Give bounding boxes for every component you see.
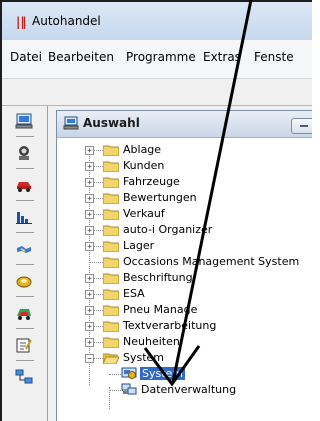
tree-view: + Ablage + Kunden + Fahrzeuge + Bewertun…: [57, 137, 312, 421]
expand-toggle[interactable]: +: [85, 306, 94, 315]
folder-icon: [103, 209, 119, 220]
computer-icon[interactable]: [13, 110, 35, 132]
expand-toggle[interactable]: +: [85, 210, 94, 219]
tree-node-occasions-management-system[interactable]: Occasions Management System: [123, 255, 299, 268]
tree-node-datenverwaltung[interactable]: Datenverwaltung: [141, 383, 236, 396]
tree-node-neuheiten[interactable]: Neuheiten: [123, 335, 180, 348]
tree-node-beschriftung[interactable]: Beschriftung: [123, 271, 193, 284]
car-colored-icon[interactable]: [13, 302, 35, 324]
car-icon[interactable]: [13, 174, 35, 196]
folder-icon: [103, 273, 119, 284]
app-window: |‖ Autohandel Datei Bearbeiten Programme…: [2, 2, 312, 421]
expand-toggle[interactable]: +: [85, 146, 94, 155]
folder-icon: [103, 321, 119, 332]
folder-icon: [103, 177, 119, 188]
computer-icon: [63, 116, 79, 130]
expand-toggle[interactable]: +: [85, 290, 94, 299]
bar-chart-icon[interactable]: [13, 206, 35, 228]
tree-node-verkauf[interactable]: Verkauf: [123, 207, 165, 220]
tree-node-kunden[interactable]: Kunden: [123, 159, 164, 172]
folder-icon: [103, 193, 119, 204]
expand-toggle[interactable]: +: [85, 194, 94, 203]
folder-icon: [103, 241, 119, 252]
network-icon[interactable]: [13, 366, 35, 388]
window-title: Autohandel: [32, 14, 101, 28]
expand-toggle[interactable]: +: [85, 274, 94, 283]
toolbar-separator: [16, 328, 34, 329]
expand-toggle[interactable]: +: [85, 242, 94, 251]
toolbar-strip: [2, 79, 312, 106]
toolbar-separator: [16, 264, 34, 265]
menu-datei[interactable]: Datei: [10, 50, 42, 64]
menu-bar: Datei Bearbeiten Programme Extras Fenste: [2, 40, 312, 79]
expand-toggle[interactable]: +: [85, 178, 94, 187]
menu-extras[interactable]: Extras: [203, 50, 241, 64]
expand-toggle[interactable]: +: [85, 322, 94, 331]
folder-icon: [103, 225, 119, 236]
customer-icon[interactable]: [13, 142, 35, 164]
tree-node-bewertungen[interactable]: Bewertungen: [123, 191, 197, 204]
expand-toggle[interactable]: +: [85, 338, 94, 347]
menu-bearbeiten[interactable]: Bearbeiten: [48, 50, 114, 64]
tree-node-textverarbeitung[interactable]: Textverarbeitung: [123, 319, 216, 332]
auswahl-window: Auswahl + Ablage + Kunden + Fahrzeuge + …: [56, 110, 312, 421]
folder-icon: [103, 257, 119, 268]
tree-node-system-child[interactable]: System: [140, 367, 186, 380]
folder-icon: [103, 145, 119, 156]
tree-node-fahrzeuge[interactable]: Fahrzeuge: [123, 175, 180, 188]
tree-connector: [89, 262, 103, 263]
toolbar-separator: [16, 232, 34, 233]
expand-toggle[interactable]: +: [85, 162, 94, 171]
left-toolbar: [2, 106, 48, 421]
toolbar-separator: [16, 360, 34, 361]
tree-node-esa[interactable]: ESA: [123, 287, 145, 300]
folder-icon: [103, 161, 119, 172]
toolbar-separator: [16, 136, 34, 137]
handshake-icon[interactable]: [13, 238, 35, 260]
tree-node-pneu-manager[interactable]: Pneu Manage: [123, 303, 197, 316]
folder-icon: [103, 337, 119, 348]
folder-icon: [103, 305, 119, 316]
parts-icon[interactable]: [13, 270, 35, 292]
minimize-button[interactable]: [291, 118, 312, 134]
auswahl-title-bar[interactable]: Auswahl: [57, 111, 312, 138]
tree-node-lager[interactable]: Lager: [123, 239, 154, 252]
menu-programme[interactable]: Programme: [126, 50, 196, 64]
app-logo-icon: |‖: [16, 15, 27, 29]
window-frame: |‖ Autohandel Datei Bearbeiten Programme…: [0, 0, 312, 421]
expand-toggle[interactable]: +: [85, 226, 94, 235]
tree-node-ablage[interactable]: Ablage: [123, 143, 161, 156]
tree-node-auto-i-organizer[interactable]: auto-i Organizer: [123, 223, 212, 236]
title-bar[interactable]: |‖ Autohandel: [2, 2, 312, 40]
open-folder-icon: [103, 353, 119, 364]
auswahl-title: Auswahl: [83, 116, 140, 130]
collapse-toggle[interactable]: −: [85, 354, 94, 363]
toolbar-separator: [16, 168, 34, 169]
toolbar-separator: [16, 296, 34, 297]
tree-node-system[interactable]: System: [123, 351, 164, 364]
menu-fenster[interactable]: Fenste: [254, 50, 294, 64]
data-management-icon: [121, 383, 137, 395]
toolbar-separator: [16, 200, 34, 201]
note-edit-icon[interactable]: [13, 334, 35, 356]
system-settings-icon: [121, 367, 137, 379]
folder-icon: [103, 289, 119, 300]
